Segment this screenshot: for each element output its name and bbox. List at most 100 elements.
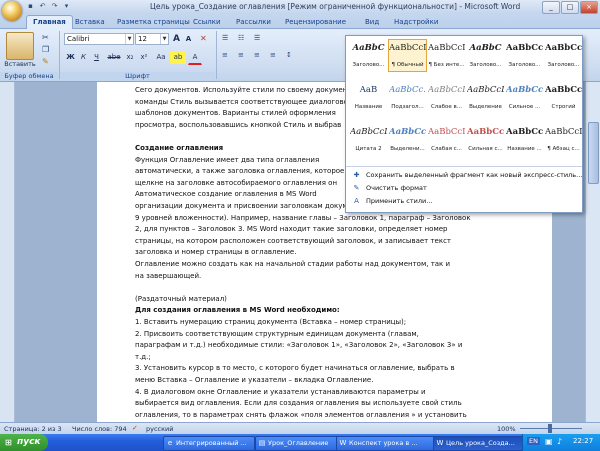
style-item[interactable]: AaBbCc Заголово... <box>544 39 583 72</box>
style-name: ¶ Обычный <box>391 62 424 68</box>
page-count[interactable]: Страница: 2 из 3 <box>4 425 62 433</box>
word-count[interactable]: Число слов: 794 <box>72 425 127 433</box>
style-name: Сильная с... <box>468 146 503 152</box>
style-item[interactable]: AaBbCcD Строгий <box>544 81 583 114</box>
volume-icon[interactable]: ♪ <box>557 437 566 446</box>
style-item[interactable]: AaBbCcD ¶ Без инте... <box>427 39 466 72</box>
tab-mailings[interactable]: Рассылки <box>236 16 271 28</box>
start-button[interactable]: ⊞ пуск <box>0 434 48 451</box>
tab-page-layout[interactable]: Разметка страницы <box>117 16 190 28</box>
style-name: Название ... <box>507 146 542 152</box>
align-right-icon[interactable]: ≡ <box>254 51 266 60</box>
customize-qat-icon[interactable]: ▾ <box>62 2 71 11</box>
document-line: просмотра, воспользовавшись кнопкой Стил… <box>135 120 342 129</box>
bold-button[interactable]: Ж <box>64 51 77 64</box>
style-preview: AaBbCcD <box>428 127 466 137</box>
style-item[interactable]: AaBbCcD Выделени... <box>388 123 427 156</box>
tab-addins[interactable]: Надстройки <box>394 16 438 28</box>
scrollbar-thumb[interactable] <box>588 122 599 184</box>
tab-home[interactable]: Главная <box>26 15 73 29</box>
chevron-down-icon: ▼ <box>125 34 133 44</box>
document-line: Для создания оглавления в MS Word необхо… <box>135 306 340 315</box>
zoom-slider-thumb[interactable] <box>548 424 552 433</box>
taskbar-item-active[interactable]: W Цель урока_Созда... <box>433 436 531 451</box>
style-item[interactable]: AaBbCc Заголово... <box>505 39 544 72</box>
maximize-button[interactable]: □ <box>561 1 579 14</box>
tab-insert[interactable]: Вставка <box>75 16 105 28</box>
clock[interactable]: 22:27 <box>573 437 593 445</box>
taskbar-item[interactable]: e Интегрированный ... <box>163 436 255 451</box>
style-preview: AaBbCcD <box>389 43 427 53</box>
style-item[interactable]: AaBbCcD Выделение <box>466 81 505 114</box>
underline-button[interactable]: Ч <box>90 51 103 64</box>
zoom-level[interactable]: 100% <box>497 425 516 433</box>
style-preview: AaBbCcD <box>428 43 466 53</box>
style-item[interactable]: AaBbCcD Название ... <box>505 123 544 156</box>
italic-button[interactable]: К <box>77 51 90 64</box>
tab-review[interactable]: Рецензирование <box>285 16 346 28</box>
save-selection-as-style-item[interactable]: Сохранить выделенный фрагмент как новый … <box>366 171 582 179</box>
taskbar-item[interactable]: ▤ Урок_Оглавление <box>255 436 347 451</box>
change-case-button[interactable]: Aa <box>153 51 169 64</box>
taskbar-item[interactable]: W Конспект урока в ... <box>336 436 442 451</box>
language-indicator[interactable]: русский <box>146 425 174 433</box>
document-line: т.д.; <box>135 352 151 361</box>
language-tray[interactable]: EN <box>527 437 540 445</box>
tab-view[interactable]: Вид <box>365 16 379 28</box>
undo-icon[interactable]: ↶ <box>38 2 47 11</box>
font-group-label: Шрифт <box>60 72 215 81</box>
shrink-font-button[interactable]: A <box>182 33 195 46</box>
style-item[interactable]: AaBbCcD ¶ Обычный <box>388 39 427 72</box>
font-color-button[interactable]: A <box>188 51 202 65</box>
strikethrough-button[interactable]: abe <box>105 51 123 64</box>
clear-formatting-icon[interactable]: ✕ <box>200 34 210 44</box>
justify-icon[interactable]: ≡ <box>270 51 282 60</box>
style-item[interactable]: AaBbCcD Сильная с... <box>466 123 505 156</box>
style-name: Строгий <box>551 104 576 110</box>
chevron-down-icon: ▼ <box>160 34 168 44</box>
font-size-select[interactable]: 12 ▼ <box>135 33 169 45</box>
style-item[interactable]: AaBbCcD Слабая с... <box>427 123 466 156</box>
subscript-button[interactable]: x₂ <box>123 51 137 64</box>
copy-icon[interactable]: ❐ <box>42 45 54 54</box>
bullets-icon[interactable]: ☰ <box>222 34 234 43</box>
close-button[interactable]: × <box>580 1 598 14</box>
cut-icon[interactable]: ✂ <box>42 33 54 42</box>
multilevel-list-icon[interactable]: ☰ <box>254 34 266 43</box>
align-left-icon[interactable]: ≡ <box>222 51 234 60</box>
network-icon[interactable]: ▣ <box>545 437 554 446</box>
clear-format-item[interactable]: Очистить формат <box>366 184 427 192</box>
style-item[interactable]: AaBbCcD Слабое в... <box>427 81 466 114</box>
superscript-button[interactable]: x² <box>137 51 151 64</box>
paste-icon[interactable] <box>6 32 34 60</box>
align-center-icon[interactable]: ≡ <box>238 51 250 60</box>
window-title: Цель урока_Создание оглавления [Режим ог… <box>150 2 521 11</box>
paste-label[interactable]: Вставить <box>2 60 38 68</box>
font-name-select[interactable]: Calibri ▼ <box>64 33 134 45</box>
style-item[interactable]: AaBbCcD Сильное ... <box>505 81 544 114</box>
save-icon[interactable]: ▪ <box>26 2 35 11</box>
vertical-scrollbar[interactable] <box>585 82 600 422</box>
document-line: параграфам и т.д.) необходимые стили: «З… <box>135 341 463 350</box>
style-preview: AaBbCcD <box>506 85 544 95</box>
proofing-icon[interactable]: ✓ <box>132 424 142 433</box>
highlight-button[interactable]: ab <box>170 51 186 64</box>
format-painter-icon[interactable]: ✎ <box>42 57 54 66</box>
style-item[interactable]: AaBbCcD Цитата 2 <box>349 123 388 156</box>
style-item[interactable]: AaBbCc. Подзагол... <box>388 81 427 114</box>
style-name: Название <box>354 104 383 110</box>
style-preview: AaBbCcD <box>350 127 388 137</box>
style-item[interactable]: AaB Название <box>349 81 388 114</box>
apply-styles-item[interactable]: Применить стили... <box>366 197 432 205</box>
office-button[interactable] <box>2 1 22 21</box>
word-icon: W <box>436 439 444 447</box>
style-item[interactable]: AaBbC Заголово... <box>349 39 388 72</box>
tab-references[interactable]: Ссылки <box>193 16 221 28</box>
style-item[interactable]: AaBbC Заголово... <box>466 39 505 72</box>
numbering-icon[interactable]: ☷ <box>238 34 250 43</box>
redo-icon[interactable]: ↷ <box>50 2 59 11</box>
style-item[interactable]: AaBbCcD ¶ Абзац с... <box>544 123 583 156</box>
line-spacing-icon[interactable]: ↕ <box>286 51 298 60</box>
minimize-button[interactable]: _ <box>542 1 560 14</box>
style-name: Заголово... <box>508 62 541 68</box>
